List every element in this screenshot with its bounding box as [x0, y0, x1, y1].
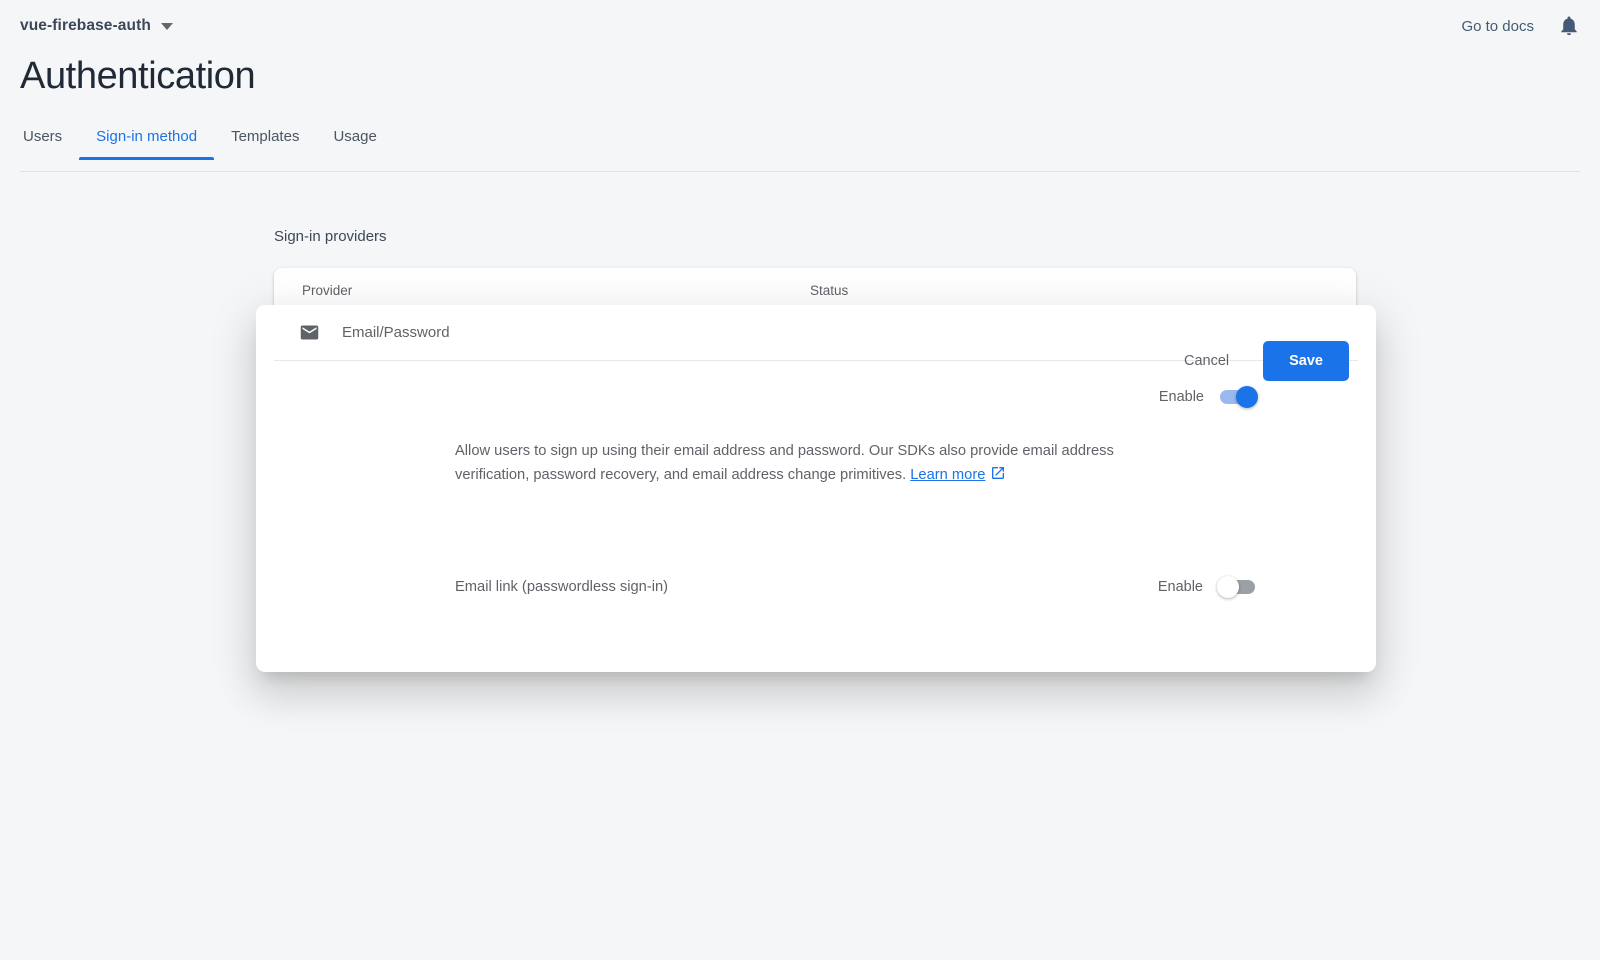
enable-toggle[interactable] — [1220, 386, 1258, 408]
tab-usage[interactable]: Usage — [316, 128, 393, 160]
email-link-row: Email link (passwordless sign-in) Enable — [455, 576, 1355, 598]
project-selector[interactable]: vue-firebase-auth — [20, 17, 173, 35]
cancel-button[interactable]: Cancel — [1176, 344, 1237, 378]
chevron-down-icon — [160, 22, 173, 30]
tab-users[interactable]: Users — [20, 128, 79, 160]
authentication-page: vue-firebase-auth Go to docs Authenticat… — [0, 0, 1600, 960]
toggle-knob — [1236, 386, 1258, 408]
email-link-controls: Enable — [1157, 576, 1355, 598]
project-name: vue-firebase-auth — [20, 17, 151, 34]
go-to-docs-link[interactable]: Go to docs — [1461, 18, 1534, 35]
tab-sign-in-method[interactable]: Sign-in method — [79, 128, 214, 160]
description-text: Allow users to sign up using their email… — [455, 443, 1114, 483]
save-button[interactable]: Save — [1263, 341, 1349, 381]
email-link-toggle[interactable] — [1217, 576, 1255, 598]
sign-in-providers-title: Sign-in providers — [274, 228, 387, 245]
tab-bar: Users Sign-in method Templates Usage — [20, 128, 1580, 172]
top-bar-actions: Go to docs — [1461, 15, 1580, 37]
dialog-body: Enable Allow users to sign up using thei… — [256, 341, 1376, 598]
email-password-dialog: Email/Password Enable Allow users to sig… — [256, 305, 1376, 672]
email-link-label: Email link (passwordless sign-in) — [455, 579, 669, 595]
learn-more-link[interactable]: Learn more — [910, 467, 985, 483]
dialog-title: Email/Password — [342, 324, 450, 341]
column-header-provider: Provider — [302, 282, 353, 298]
dialog-actions: Cancel Save — [1176, 341, 1349, 381]
top-bar: vue-firebase-auth Go to docs — [0, 0, 1600, 52]
open-in-new-icon[interactable] — [990, 465, 1006, 489]
email-link-enable-label: Enable — [1157, 579, 1203, 595]
learn-more-label: Learn more — [910, 467, 986, 483]
page-title: Authentication — [20, 55, 256, 97]
tab-templates[interactable]: Templates — [214, 128, 316, 160]
bell-icon[interactable] — [1558, 15, 1580, 37]
provider-description: Allow users to sign up using their email… — [455, 439, 1125, 489]
envelope-icon — [298, 322, 320, 344]
column-header-status: Status — [810, 282, 849, 298]
toggle-knob — [1217, 576, 1239, 598]
tab-bar-divider — [20, 171, 1580, 172]
enable-label: Enable — [1158, 389, 1204, 405]
